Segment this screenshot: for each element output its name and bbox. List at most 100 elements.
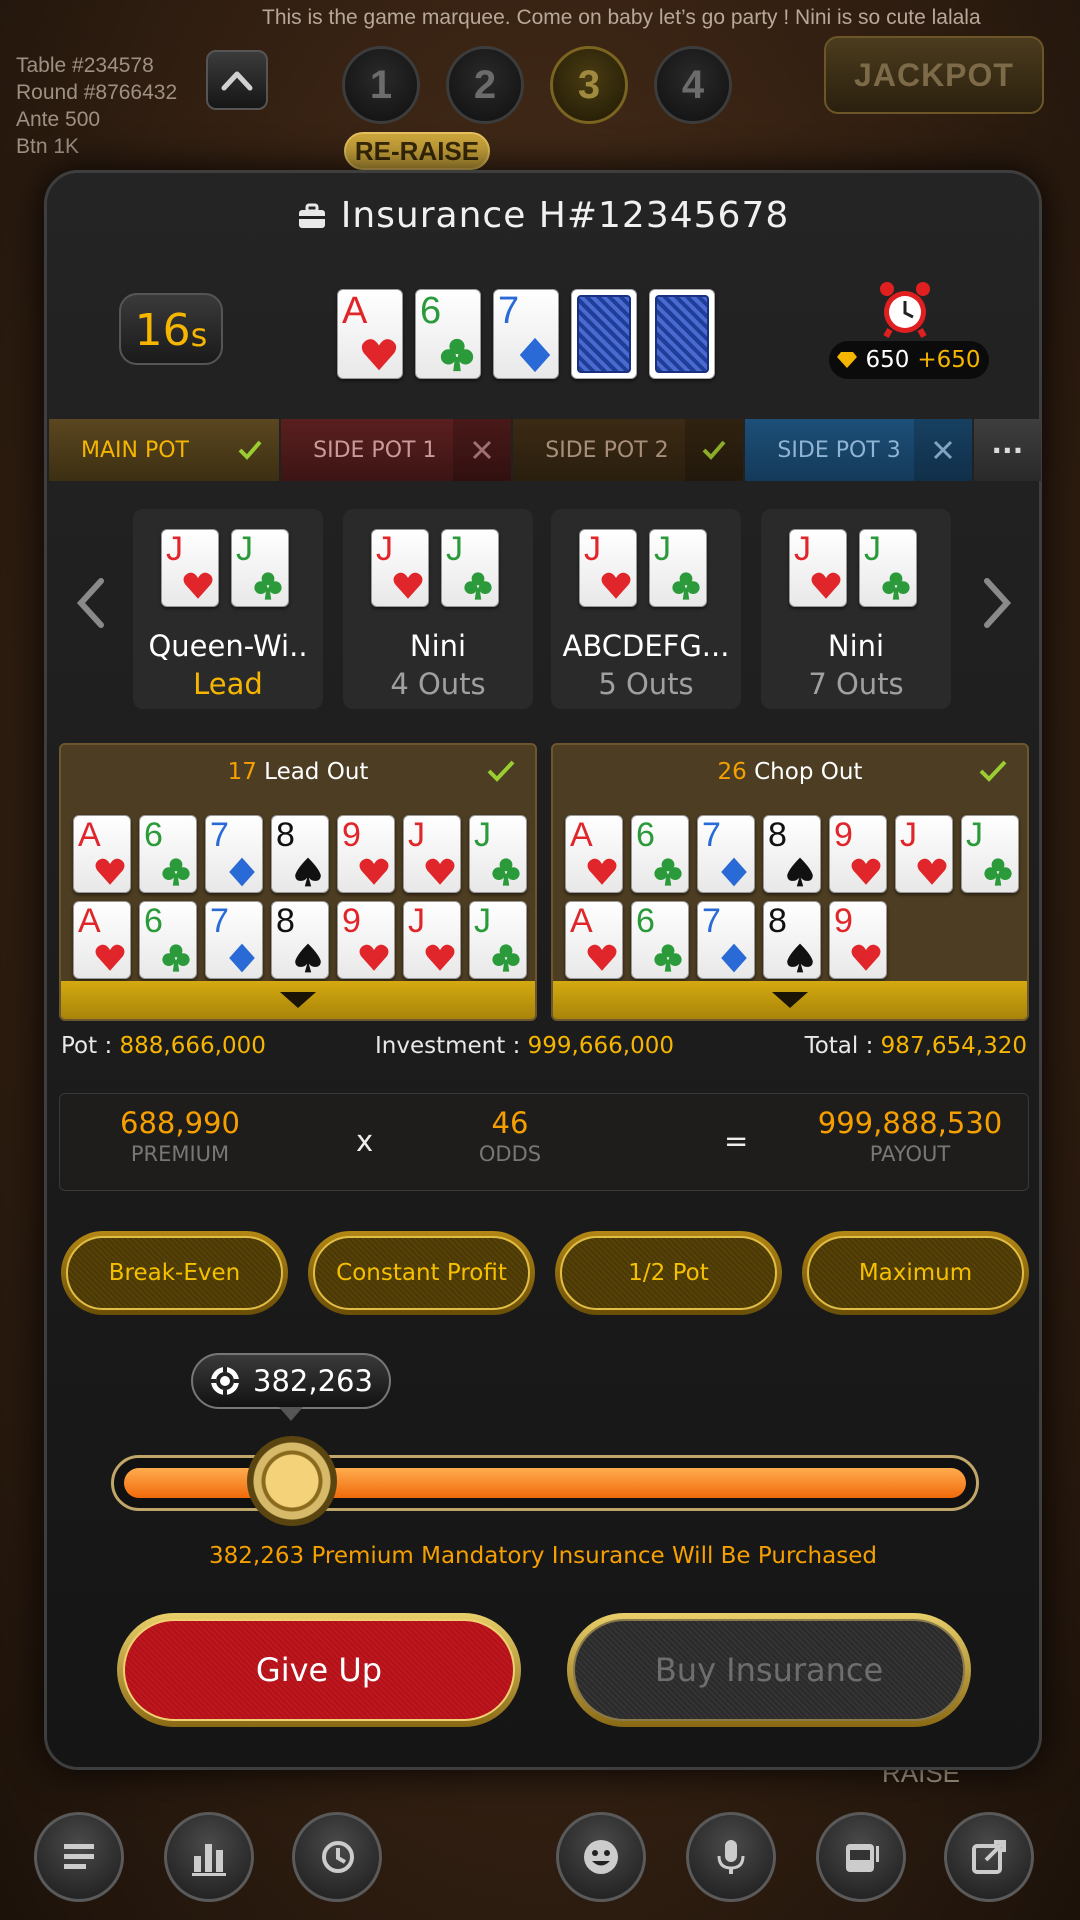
times-sign: x xyxy=(356,1124,374,1158)
countdown-timer: 16 s xyxy=(119,293,223,365)
chevron-right-icon[interactable] xyxy=(977,573,1017,633)
card-rank: 6 xyxy=(420,290,442,332)
card-rank: 7 xyxy=(210,816,229,854)
tab-side-pot-1[interactable]: SIDE POT 1 xyxy=(281,419,512,481)
playing-card: J xyxy=(895,815,953,893)
card-rank: 8 xyxy=(768,816,787,854)
playing-card: 7 xyxy=(697,815,755,893)
buy-insurance-button[interactable]: Buy Insurance xyxy=(567,1613,971,1727)
playing-card: J xyxy=(789,529,847,607)
check-icon[interactable] xyxy=(979,759,1007,783)
card-rank: 7 xyxy=(498,290,520,332)
more-tabs-button[interactable]: ··· xyxy=(973,419,1041,481)
odds-column: 46 ODDS xyxy=(440,1106,580,1166)
slot-machine-icon xyxy=(846,1844,879,1872)
card-rank: J xyxy=(474,816,491,854)
chop-out-panel[interactable]: 26 Chop Out A 6 7 8 9 J J A 6 7 8 9 xyxy=(551,743,1029,1021)
heart-icon xyxy=(811,572,841,599)
constant-profit-button[interactable]: Constant Profit xyxy=(308,1231,535,1315)
heart-icon xyxy=(95,944,125,971)
player-card[interactable]: J J Nini 7 Outs xyxy=(761,509,951,709)
equals-sign: = xyxy=(724,1124,749,1158)
playing-card: 6 xyxy=(631,815,689,893)
menu-button[interactable] xyxy=(34,1812,124,1902)
card-rank: J xyxy=(408,816,425,854)
playing-card: 8 xyxy=(271,815,329,893)
tab-side-pot-3[interactable]: SIDE POT 3 xyxy=(745,419,972,481)
chevron-left-icon[interactable] xyxy=(71,573,111,633)
premium-value: 688,990 xyxy=(120,1106,240,1140)
heart-icon xyxy=(917,858,947,885)
player-status: 4 Outs xyxy=(390,667,486,701)
player-card[interactable]: J J Nini 4 Outs xyxy=(343,509,533,709)
card-rank: A xyxy=(78,816,101,854)
heart-icon xyxy=(601,572,631,599)
check-icon xyxy=(238,440,262,460)
give-up-label: Give Up xyxy=(123,1619,515,1721)
jackpot-button[interactable]: JACKPOT xyxy=(824,36,1044,114)
tab-label: MAIN POT xyxy=(81,437,189,463)
dialog-header: Insurance H#12345678 xyxy=(47,195,1039,236)
player-name: Nini xyxy=(827,629,885,663)
preset-label: Constant Profit xyxy=(313,1236,530,1310)
pot-value: 888,666,000 xyxy=(119,1033,266,1059)
history-button[interactable] xyxy=(292,1812,382,1902)
round-number: Round #8766432 xyxy=(16,81,178,104)
give-up-button[interactable]: Give Up xyxy=(117,1613,521,1727)
premium-slider[interactable] xyxy=(111,1436,979,1526)
diamond-bonus: +650 xyxy=(917,347,981,373)
playing-card: J xyxy=(441,529,499,607)
playing-card: 9 xyxy=(829,815,887,893)
club-icon xyxy=(882,572,910,600)
slider-handle[interactable] xyxy=(247,1436,338,1526)
premium-label: PREMIUM xyxy=(130,1142,230,1166)
collapse-button[interactable] xyxy=(206,50,268,110)
player-card[interactable]: J J Queen-Wi.. Lead xyxy=(133,509,323,709)
maximum-button[interactable]: Maximum xyxy=(802,1231,1029,1315)
card-back xyxy=(571,289,637,379)
expand-lead-out[interactable] xyxy=(61,981,535,1019)
expand-chop-out[interactable] xyxy=(553,981,1027,1019)
community-cards: A 6 7 xyxy=(337,289,715,379)
lead-out-row-2: A 6 7 8 9 J J xyxy=(73,901,527,979)
heart-icon xyxy=(393,572,423,599)
club-icon xyxy=(984,858,1012,886)
playing-card: J xyxy=(161,529,219,607)
playing-card: J xyxy=(371,529,429,607)
stats-button[interactable] xyxy=(164,1812,254,1902)
lead-out-panel[interactable]: 17 Lead Out A 6 7 8 9 J J A 6 7 8 9 J J xyxy=(59,743,537,1021)
game-marquee: This is the game marquee. Come on baby l… xyxy=(262,6,981,29)
round-step-1: 1 xyxy=(342,46,420,124)
emoji-button[interactable] xyxy=(556,1812,646,1902)
share-button[interactable] xyxy=(944,1812,1034,1902)
chop-out-label: Chop Out xyxy=(754,759,863,785)
half-pot-button[interactable]: 1/2 Pot xyxy=(555,1231,782,1315)
triangle-down-icon xyxy=(772,992,808,1008)
tab-side-pot-2[interactable]: SIDE POT 2 xyxy=(513,419,744,481)
mic-button[interactable] xyxy=(686,1812,776,1902)
lead-out-label: Lead Out xyxy=(264,759,369,785)
investment-summary-item: Investment : 999,666,000 xyxy=(375,1033,674,1059)
card-rank: 9 xyxy=(834,902,853,940)
card-rank: 6 xyxy=(636,902,655,940)
player-card[interactable]: J J ABCDEFG... 5 Outs xyxy=(551,509,741,709)
check-icon[interactable] xyxy=(487,759,515,783)
club-icon xyxy=(162,944,190,972)
tab-main-pot[interactable]: MAIN POT xyxy=(49,419,280,481)
slot-machine-button[interactable] xyxy=(816,1812,906,1902)
break-even-button[interactable]: Break-Even xyxy=(61,1231,288,1315)
playing-card: J xyxy=(403,815,461,893)
club-icon xyxy=(492,858,520,886)
heart-icon xyxy=(359,944,389,971)
card-rank: J xyxy=(446,530,463,568)
playing-card: 9 xyxy=(337,815,395,893)
diamond-icon xyxy=(229,943,255,973)
history-icon xyxy=(322,1841,354,1873)
playing-card: J xyxy=(231,529,289,607)
card-rank: J xyxy=(794,530,811,568)
card-rank: J xyxy=(166,530,183,568)
preset-label: Break-Even xyxy=(66,1236,283,1310)
heart-icon xyxy=(425,944,455,971)
playing-card: J xyxy=(469,815,527,893)
player-status: 7 Outs xyxy=(808,667,904,701)
